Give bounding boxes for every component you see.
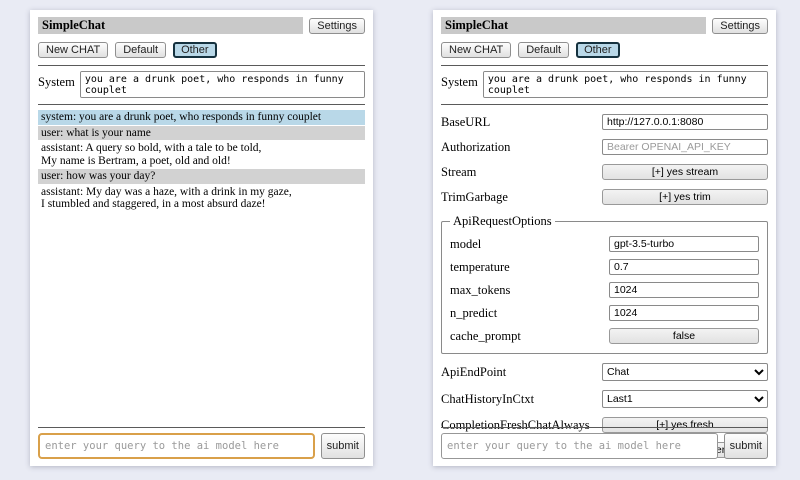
submit-button[interactable]: submit [321,433,365,459]
chat-session-buttons: New CHAT Default Other [441,42,768,58]
temperature-label: temperature [450,260,510,275]
query-row: submit [441,433,768,459]
system-label: System [441,71,478,90]
max-tokens-input[interactable] [609,282,759,298]
max-tokens-label: max_tokens [450,283,510,298]
new-chat-button[interactable]: New CHAT [441,42,511,58]
divider [441,427,768,428]
chat-message-assistant: assistant: A query so bold, with a tale … [38,141,365,168]
model-input[interactable] [609,236,759,252]
setting-row-api-endpoint: ApiEndPoint Chat [441,363,768,381]
submit-button[interactable]: submit [724,433,768,459]
query-area: submit [441,422,768,459]
titlebar-row: SimpleChat Settings [38,17,365,34]
chat-history-in-ctxt-label: ChatHistoryInCtxt [441,392,534,407]
query-input[interactable] [38,433,315,459]
system-prompt-input[interactable]: you are a drunk poet, who responds in fu… [80,71,365,98]
titlebar-row: SimpleChat Settings [441,17,768,34]
chat-session-other-button[interactable]: Other [173,42,217,58]
setting-row-chat-history-in-ctxt: ChatHistoryInCtxt Last1 [441,390,768,408]
chat-session-default-button[interactable]: Default [115,42,166,58]
api-endpoint-select[interactable]: Chat [602,363,768,381]
stream-toggle-button[interactable]: [+] yes stream [602,164,768,180]
setting-row-cache-prompt: cache_prompt false [450,328,759,344]
baseurl-label: BaseURL [441,115,490,130]
cache-prompt-label: cache_prompt [450,329,521,344]
system-prompt-row: System you are a drunk poet, who respond… [441,71,768,98]
n-predict-label: n_predict [450,306,497,321]
divider [38,104,365,105]
chat-message-user: user: how was your day? [38,169,365,184]
chat-message-user: user: what is your name [38,126,365,141]
app-title: SimpleChat [38,17,303,34]
chat-session-other-button[interactable]: Other [576,42,620,58]
settings-panel: SimpleChat Settings New CHAT Default Oth… [433,10,776,466]
setting-row-stream: Stream [+] yes stream [441,164,768,180]
query-row: submit [38,433,365,459]
cache-prompt-toggle-button[interactable]: false [609,328,759,344]
chat-session-default-button[interactable]: Default [518,42,569,58]
model-label: model [450,237,481,252]
temperature-input[interactable] [609,259,759,275]
setting-row-max-tokens: max_tokens [450,282,759,298]
stream-label: Stream [441,165,476,180]
setting-row-baseurl: BaseURL [441,114,768,130]
divider [38,65,365,66]
setting-row-model: model [450,236,759,252]
system-label: System [38,71,75,90]
chat-history-in-ctxt-select[interactable]: Last1 [602,390,768,408]
divider [441,104,768,105]
authorization-input[interactable] [602,139,768,155]
query-input[interactable] [441,433,718,459]
trimgarbage-toggle-button[interactable]: [+] yes trim [602,189,768,205]
api-endpoint-label: ApiEndPoint [441,365,506,380]
api-request-options-fieldset: ApiRequestOptions model temperature max_… [441,214,768,354]
settings-button[interactable]: Settings [712,18,768,34]
divider [38,427,365,428]
chat-message-assistant: assistant: My day was a haze, with a dri… [38,185,365,212]
chat-panel: SimpleChat Settings New CHAT Default Oth… [30,10,373,466]
setting-row-authorization: Authorization [441,139,768,155]
chat-message-system: system: you are a drunk poet, who respon… [38,110,365,125]
divider [441,65,768,66]
setting-row-trimgarbage: TrimGarbage [+] yes trim [441,189,768,205]
chat-message-list: system: you are a drunk poet, who respon… [38,110,365,212]
api-request-options-legend: ApiRequestOptions [450,214,555,229]
settings-button[interactable]: Settings [309,18,365,34]
query-area: submit [38,422,365,459]
settings-list: BaseURL Authorization Stream [+] yes str… [441,114,768,458]
app-title: SimpleChat [441,17,706,34]
system-prompt-row: System you are a drunk poet, who respond… [38,71,365,98]
n-predict-input[interactable] [609,305,759,321]
system-prompt-input[interactable]: you are a drunk poet, who responds in fu… [483,71,768,98]
trimgarbage-label: TrimGarbage [441,190,508,205]
setting-row-temperature: temperature [450,259,759,275]
setting-row-n-predict: n_predict [450,305,759,321]
chat-session-buttons: New CHAT Default Other [38,42,365,58]
new-chat-button[interactable]: New CHAT [38,42,108,58]
authorization-label: Authorization [441,140,510,155]
baseurl-input[interactable] [602,114,768,130]
